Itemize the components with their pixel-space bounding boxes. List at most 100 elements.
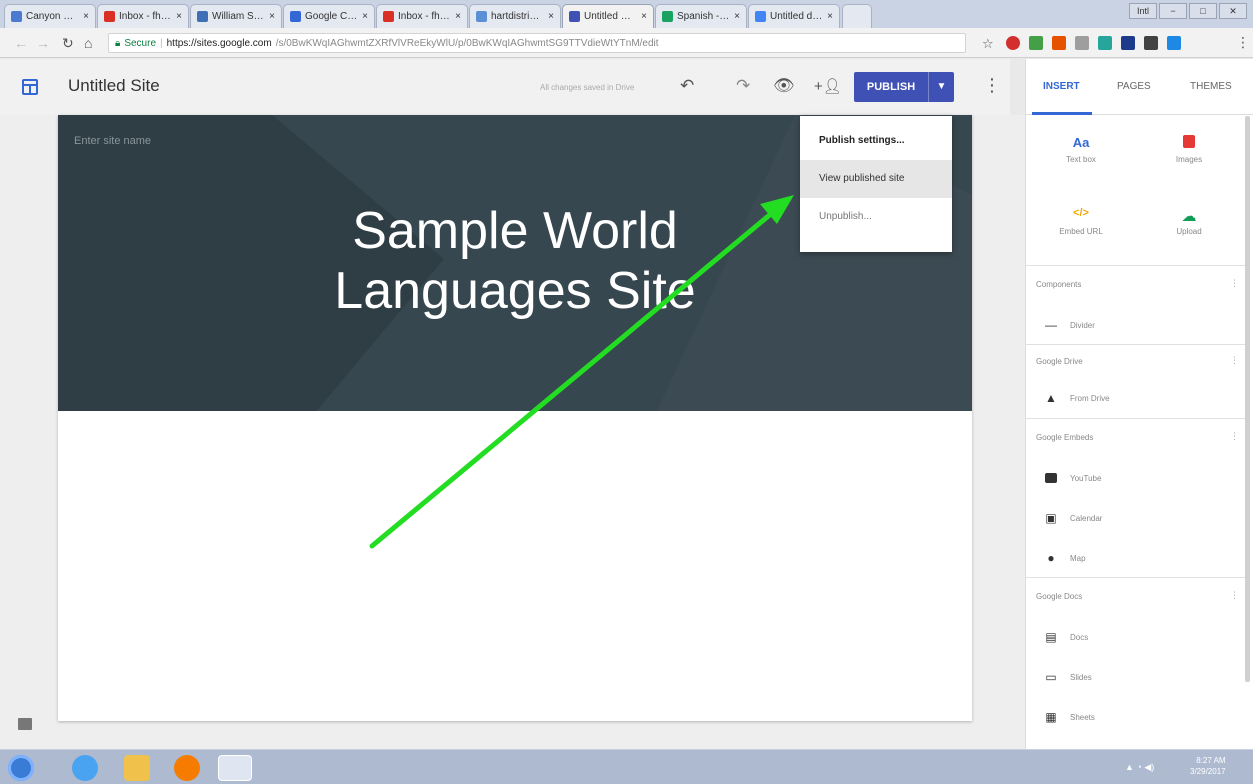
- insert-upload[interactable]: ☁ Upload: [1144, 207, 1234, 236]
- tab-favicon-icon: [755, 11, 766, 22]
- site-title[interactable]: Untitled Site: [68, 76, 160, 96]
- internet-explorer-icon[interactable]: [72, 755, 98, 781]
- extension-icon[interactable]: [1144, 36, 1158, 50]
- section-drag-icon[interactable]: ⋮: [1230, 355, 1239, 366]
- file-explorer-icon[interactable]: [124, 755, 150, 781]
- tab-close-icon[interactable]: ×: [455, 11, 461, 22]
- slides-icon: ▭: [1045, 670, 1057, 684]
- sites-logo-icon[interactable]: [22, 79, 38, 95]
- tab-favicon-icon: [662, 11, 673, 22]
- tab-insert[interactable]: INSERT: [1043, 81, 1080, 92]
- browser-tab[interactable]: Untitled docu ×: [748, 4, 840, 28]
- back-arrow-icon[interactable]: ←: [14, 35, 28, 51]
- tab-close-icon[interactable]: ×: [641, 11, 647, 22]
- insert-slides[interactable]: ▭ Slides: [1044, 668, 1091, 686]
- browser-menu-icon[interactable]: ⋮: [1236, 34, 1250, 51]
- forward-arrow-icon[interactable]: →: [36, 35, 50, 51]
- windows-taskbar: ▲ ◔ ◀) 8:27 AM 3/29/2017: [0, 749, 1253, 784]
- publish-settings-item[interactable]: Publish settings...: [800, 122, 952, 160]
- browser-tab[interactable]: Inbox - fhern ×: [376, 4, 468, 28]
- item-label: From Drive: [1070, 393, 1110, 403]
- extension-icon[interactable]: [1006, 36, 1020, 50]
- unpublish-item[interactable]: Unpublish...: [800, 198, 952, 236]
- extension-icon[interactable]: [1075, 36, 1089, 50]
- browser-tab[interactable]: hartdistrict.o ×: [469, 4, 561, 28]
- media-player-icon[interactable]: [174, 755, 200, 781]
- view-published-site-item[interactable]: View published site: [800, 160, 952, 198]
- google-docs-section: Google Docs ⋮ ▤ Docs ▭ Slides ▦ Sheets: [1026, 577, 1246, 749]
- insert-map[interactable]: ● Map: [1044, 549, 1085, 567]
- tab-close-icon[interactable]: ×: [176, 11, 182, 22]
- extension-icon[interactable]: [1098, 36, 1112, 50]
- tab-title: Untitled docu: [770, 11, 824, 22]
- browser-tab-active[interactable]: Untitled Site ×: [562, 4, 654, 28]
- map-pin-icon: ●: [1047, 551, 1055, 565]
- publish-label[interactable]: PUBLISH: [854, 81, 928, 93]
- bookmark-star-icon[interactable]: ☆: [982, 36, 994, 52]
- section-title: Google Docs: [1036, 592, 1083, 601]
- new-tab-button[interactable]: [842, 4, 872, 28]
- tab-close-icon[interactable]: ×: [734, 11, 740, 22]
- browser-tab[interactable]: William S. Ha ×: [190, 4, 282, 28]
- minimize-button[interactable]: −: [1159, 3, 1187, 19]
- browser-tab[interactable]: Spanish - Goo ×: [655, 4, 747, 28]
- panel-scrollbar[interactable]: [1245, 116, 1250, 682]
- tab-close-icon[interactable]: ×: [269, 11, 275, 22]
- feedback-icon[interactable]: [18, 718, 32, 730]
- preview-eye-icon[interactable]: 👁︎: [773, 76, 795, 96]
- reload-icon[interactable]: ↻: [62, 35, 74, 52]
- user-profile-button[interactable]: Intl: [1129, 3, 1157, 19]
- tab-pages[interactable]: PAGES: [1117, 81, 1151, 92]
- section-drag-icon[interactable]: ⋮: [1230, 431, 1239, 442]
- system-clock[interactable]: 8:27 AM 3/29/2017: [1190, 755, 1226, 777]
- insert-from-drive[interactable]: ▲ From Drive: [1044, 389, 1110, 407]
- close-window-button[interactable]: ✕: [1219, 3, 1247, 19]
- insert-docs[interactable]: ▤ Docs: [1044, 628, 1088, 646]
- tab-themes[interactable]: THEMES: [1190, 81, 1232, 92]
- section-drag-icon[interactable]: ⋮: [1230, 590, 1239, 601]
- extension-icon[interactable]: [1167, 36, 1181, 50]
- address-bar[interactable]: 🔒︎ Secure | https://sites.google.com/s/0…: [108, 33, 966, 53]
- publish-menu: Publish settings... View published site …: [800, 116, 952, 252]
- share-add-person-icon[interactable]: +👤︎: [814, 77, 842, 95]
- tab-close-icon[interactable]: ×: [362, 11, 368, 22]
- extension-icon[interactable]: [1029, 36, 1043, 50]
- tab-close-icon[interactable]: ×: [827, 11, 833, 22]
- tab-close-icon[interactable]: ×: [83, 11, 89, 22]
- browser-tab[interactable]: Inbox - fhern ×: [97, 4, 189, 28]
- chrome-icon[interactable]: [218, 755, 252, 781]
- undo-icon[interactable]: ↶: [680, 76, 694, 96]
- tab-favicon-icon: [197, 11, 208, 22]
- components-section: Components ⋮ — Divider: [1026, 265, 1246, 347]
- tab-title: Canyon High: [26, 11, 80, 22]
- maximize-button[interactable]: □: [1189, 3, 1217, 19]
- more-options-icon[interactable]: ⋮: [983, 75, 1001, 96]
- item-label: Divider: [1070, 320, 1095, 330]
- lock-icon: 🔒︎: [115, 37, 121, 49]
- cloud-upload-icon: ☁: [1181, 208, 1197, 225]
- system-tray-icons[interactable]: ▲ ◔ ◀): [1125, 762, 1154, 773]
- browser-tab[interactable]: Google Cale ×: [283, 4, 375, 28]
- insert-youtube[interactable]: YouTube: [1044, 469, 1101, 487]
- item-label: Calendar: [1070, 513, 1103, 523]
- start-button-icon[interactable]: [8, 755, 34, 781]
- home-icon[interactable]: ⌂: [84, 35, 92, 51]
- redo-icon[interactable]: ↷: [736, 76, 750, 96]
- insert-images[interactable]: Images: [1144, 135, 1234, 164]
- publish-button[interactable]: PUBLISH ▼: [854, 72, 954, 102]
- insert-divider[interactable]: — Divider: [1044, 316, 1095, 334]
- publish-dropdown-caret-icon[interactable]: ▼: [928, 72, 954, 102]
- insert-text-box[interactable]: Aa Text box: [1036, 135, 1126, 164]
- extension-icon[interactable]: [1121, 36, 1135, 50]
- insert-embed-url[interactable]: </> Embed URL: [1036, 207, 1126, 236]
- tab-title: Google Cale: [305, 11, 359, 22]
- site-name-input[interactable]: Enter site name: [74, 135, 151, 147]
- tab-close-icon[interactable]: ×: [548, 11, 554, 22]
- extension-icon[interactable]: [1052, 36, 1066, 50]
- insert-sheets[interactable]: ▦ Sheets: [1044, 708, 1095, 726]
- section-drag-icon[interactable]: ⋮: [1230, 278, 1239, 289]
- clock-time: 8:27 AM: [1196, 756, 1226, 765]
- tab-favicon-icon: [383, 11, 394, 22]
- insert-calendar[interactable]: ▣ Calendar: [1044, 509, 1102, 527]
- browser-tab[interactable]: Canyon High ×: [4, 4, 96, 28]
